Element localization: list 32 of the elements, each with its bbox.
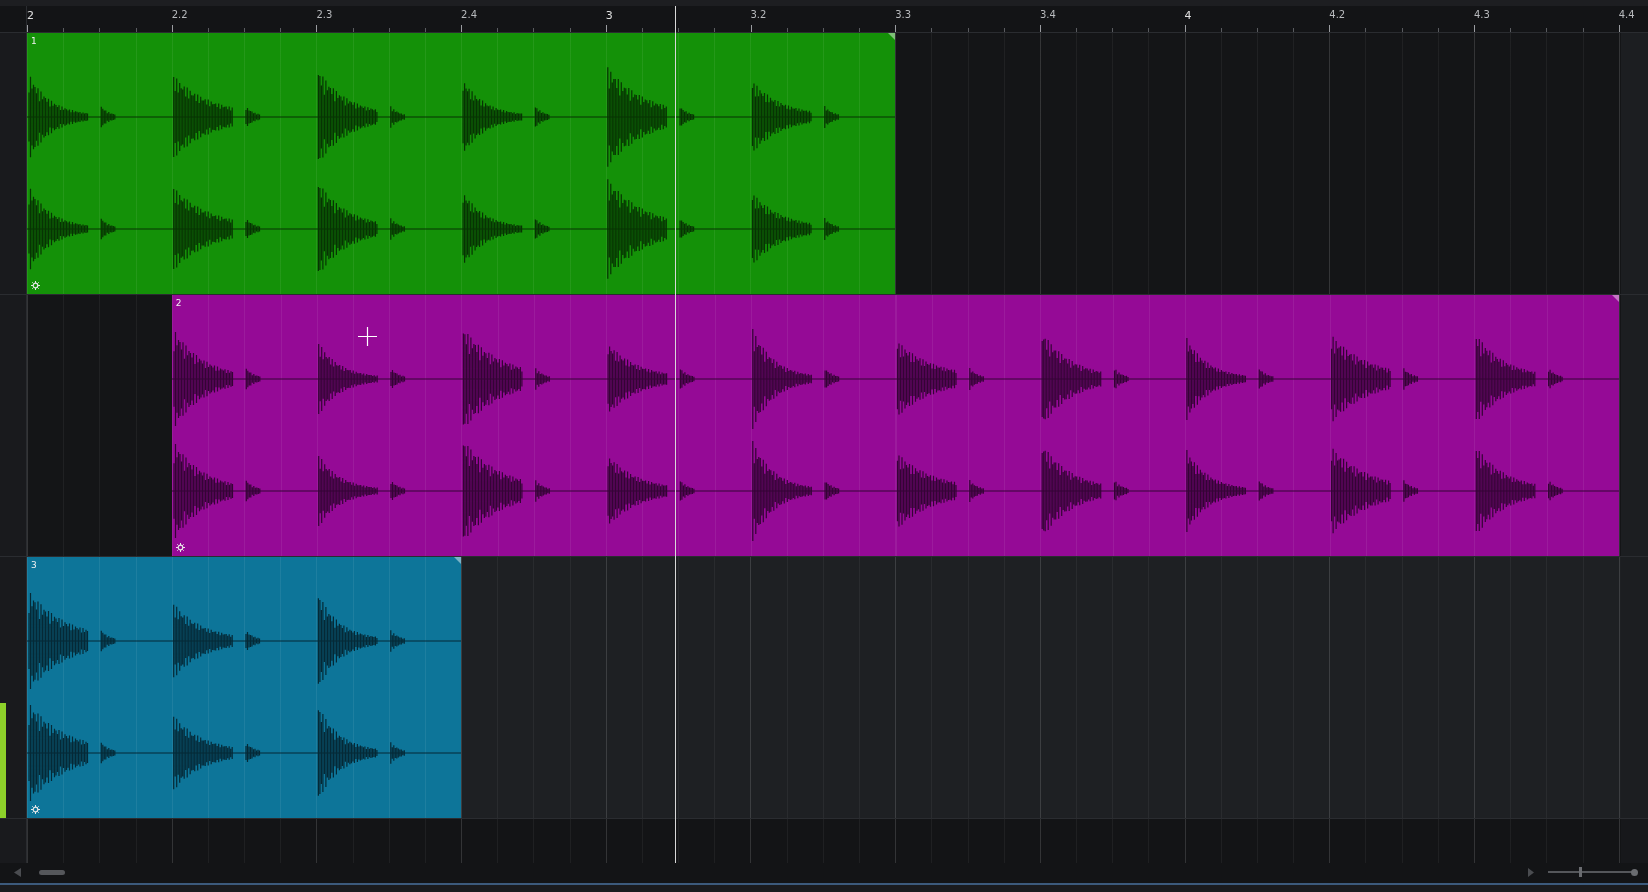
ruler-label: 3.2 bbox=[750, 9, 767, 20]
scrollbar-thumb[interactable] bbox=[39, 869, 65, 875]
corner-handle-icon[interactable] bbox=[888, 33, 896, 40]
clip-number: 2 bbox=[175, 298, 182, 308]
audio-clip[interactable]: 1 bbox=[27, 33, 896, 294]
ruler-label: 4.4 bbox=[1618, 9, 1635, 20]
corner-handle-icon[interactable] bbox=[1611, 295, 1619, 302]
audio-clip[interactable]: 3 bbox=[27, 557, 462, 818]
ruler-label: 3.4 bbox=[1039, 9, 1056, 20]
gear-icon[interactable] bbox=[31, 805, 40, 814]
ruler-label: 4.2 bbox=[1329, 9, 1346, 20]
scroll-right-icon[interactable] bbox=[1528, 867, 1534, 877]
track-lane[interactable]: 1 bbox=[27, 33, 1621, 294]
gear-icon[interactable] bbox=[175, 543, 185, 552]
ruler-label: 3.3 bbox=[895, 9, 912, 20]
ruler-label: 2.2 bbox=[171, 9, 188, 20]
playhead-line[interactable] bbox=[675, 6, 677, 863]
ruler-label: 2.4 bbox=[461, 9, 477, 20]
clip-number: 1 bbox=[31, 36, 37, 46]
ruler-label: 4 bbox=[1184, 9, 1192, 22]
crosshair-cursor-icon bbox=[358, 327, 377, 346]
gear-icon[interactable] bbox=[31, 281, 40, 290]
zoom-slider-thumb[interactable] bbox=[1579, 867, 1583, 877]
ruler-label: 2 bbox=[27, 9, 34, 22]
ruler-label: 4.3 bbox=[1474, 9, 1490, 20]
clip-number: 3 bbox=[31, 560, 37, 570]
ruler-label: 2.3 bbox=[316, 9, 333, 20]
zoom-slider[interactable] bbox=[1548, 867, 1638, 877]
ruler-label: 3 bbox=[605, 9, 613, 22]
corner-handle-icon[interactable] bbox=[454, 557, 462, 564]
track-lane[interactable]: 3 bbox=[27, 557, 1621, 818]
scroll-left-icon[interactable] bbox=[14, 867, 21, 877]
